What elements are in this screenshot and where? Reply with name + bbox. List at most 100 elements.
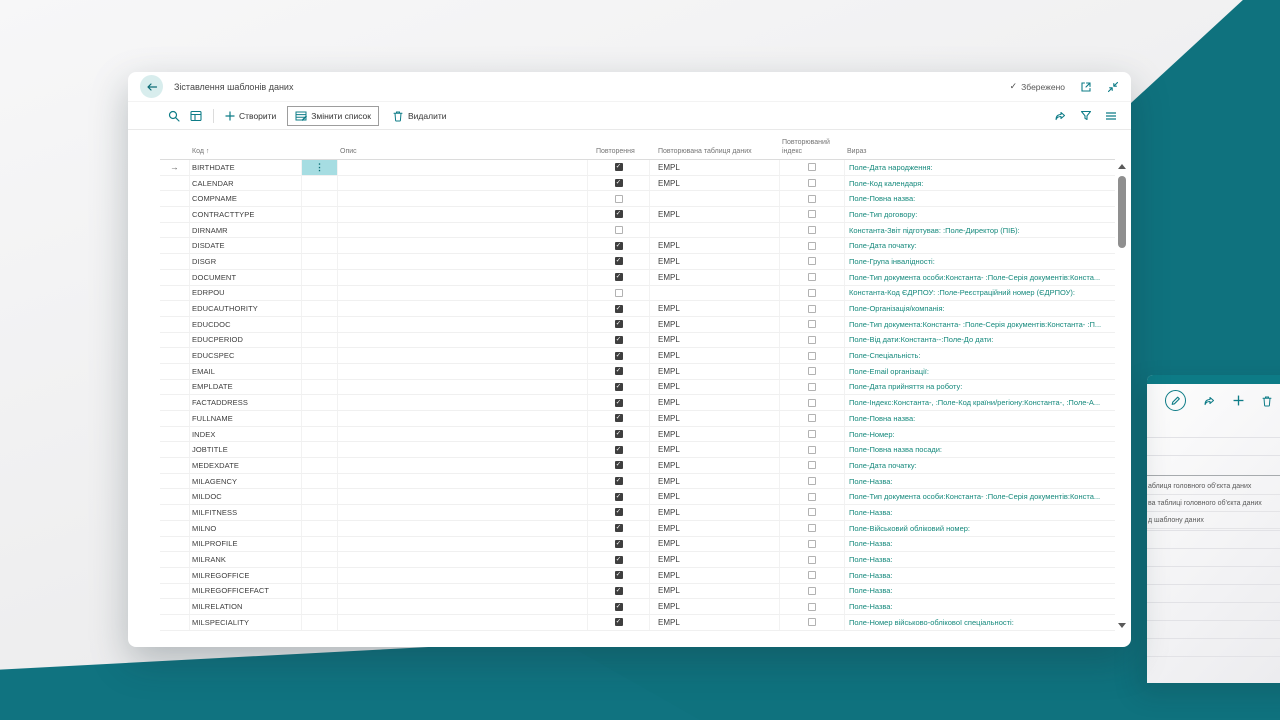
expression-cell[interactable]: Поле-Назва:: [845, 584, 1115, 599]
repeat-checkbox[interactable]: ✓: [588, 238, 650, 253]
repeat-checkbox[interactable]: ✓: [588, 458, 650, 473]
column-header-repeat[interactable]: Повторення: [588, 148, 650, 156]
expression-cell[interactable]: Поле-Індекс:Константа-, :Поле-Код країни…: [845, 395, 1115, 410]
code-cell[interactable]: MILNO: [190, 521, 302, 536]
repeat-table-cell[interactable]: EMPL: [650, 427, 780, 442]
code-cell[interactable]: FULLNAME: [190, 411, 302, 426]
assist-cell[interactable]: [302, 458, 338, 473]
assist-cell[interactable]: [302, 301, 338, 316]
assist-cell[interactable]: [302, 615, 338, 630]
expression-cell[interactable]: Поле-Тип договору:: [845, 207, 1115, 222]
expression-cell[interactable]: Поле-Дата прийняття на роботу:: [845, 380, 1115, 395]
repeat-checkbox[interactable]: ✓: [588, 584, 650, 599]
table-row[interactable]: FULLNAME✓EMPLПоле-Повна назва:: [160, 411, 1115, 427]
assist-cell[interactable]: [302, 521, 338, 536]
description-cell[interactable]: [338, 458, 588, 473]
repeat-checkbox[interactable]: ✓: [588, 489, 650, 504]
assist-cell[interactable]: [302, 207, 338, 222]
repeat-table-cell[interactable]: EMPL: [650, 348, 780, 363]
repeat-table-cell[interactable]: EMPL: [650, 521, 780, 536]
code-cell[interactable]: EDRPOU: [190, 286, 302, 301]
table-row[interactable]: DOCUMENT✓EMPLПоле-Тип документа особи:Ко…: [160, 270, 1115, 286]
code-cell[interactable]: MILDOC: [190, 489, 302, 504]
repeat-checkbox[interactable]: ✓: [588, 411, 650, 426]
repeat-table-cell[interactable]: EMPL: [650, 537, 780, 552]
table-row[interactable]: MILSPECIALITY✓EMPLПоле-Номер військово-о…: [160, 615, 1115, 631]
repeat-index-checkbox[interactable]: [780, 191, 845, 206]
description-cell[interactable]: [338, 207, 588, 222]
code-cell[interactable]: MEDEXDATE: [190, 458, 302, 473]
table-row[interactable]: CONTRACTTYPE✓EMPLПоле-Тип договору:: [160, 207, 1115, 223]
expression-cell[interactable]: Поле-Військовий обліковий номер:: [845, 521, 1115, 536]
repeat-index-checkbox[interactable]: [780, 254, 845, 269]
repeat-table-cell[interactable]: EMPL: [650, 442, 780, 457]
repeat-checkbox[interactable]: ✓: [588, 160, 650, 175]
repeat-table-cell[interactable]: EMPL: [650, 254, 780, 269]
table-row[interactable]: DISDATE✓EMPLПоле-Дата початку:: [160, 238, 1115, 254]
table-row[interactable]: DISGR✓EMPLПоле-Група інвалідності:: [160, 254, 1115, 270]
assist-cell[interactable]: [302, 333, 338, 348]
repeat-table-cell[interactable]: EMPL: [650, 364, 780, 379]
repeat-checkbox[interactable]: ✓: [588, 364, 650, 379]
description-cell[interactable]: [338, 552, 588, 567]
vertical-scrollbar[interactable]: [1116, 160, 1128, 632]
expression-cell[interactable]: Поле-Від дати:Константа--:Поле-До дати:: [845, 333, 1115, 348]
repeat-table-cell[interactable]: EMPL: [650, 301, 780, 316]
repeat-index-checkbox[interactable]: [780, 207, 845, 222]
column-header-description[interactable]: Опис: [338, 148, 588, 156]
repeat-index-checkbox[interactable]: [780, 364, 845, 379]
search-icon[interactable]: [168, 110, 180, 122]
description-cell[interactable]: [338, 599, 588, 614]
repeat-table-cell[interactable]: EMPL: [650, 458, 780, 473]
repeat-checkbox[interactable]: ✓: [588, 505, 650, 520]
code-cell[interactable]: MILAGENCY: [190, 474, 302, 489]
repeat-checkbox[interactable]: ✓: [588, 521, 650, 536]
description-cell[interactable]: [338, 301, 588, 316]
assist-cell[interactable]: [302, 286, 338, 301]
repeat-checkbox[interactable]: ✓: [588, 615, 650, 630]
code-cell[interactable]: DISGR: [190, 254, 302, 269]
repeat-checkbox[interactable]: ✓: [588, 552, 650, 567]
repeat-index-checkbox[interactable]: [780, 505, 845, 520]
expression-cell[interactable]: Поле-Код календаря:: [845, 176, 1115, 191]
code-cell[interactable]: EDUCSPEC: [190, 348, 302, 363]
repeat-checkbox[interactable]: ✓: [588, 333, 650, 348]
repeat-checkbox[interactable]: ✓: [588, 301, 650, 316]
assist-cell[interactable]: [302, 270, 338, 285]
expression-cell[interactable]: Поле-Назва:: [845, 474, 1115, 489]
assist-cell[interactable]: [302, 599, 338, 614]
description-cell[interactable]: [338, 615, 588, 630]
popout-icon[interactable]: [1080, 81, 1092, 93]
expression-cell[interactable]: Поле-Дата початку:: [845, 238, 1115, 253]
repeat-table-cell[interactable]: EMPL: [650, 333, 780, 348]
repeat-checkbox[interactable]: ✓: [588, 427, 650, 442]
repeat-table-cell[interactable]: EMPL: [650, 411, 780, 426]
repeat-index-checkbox[interactable]: [780, 176, 845, 191]
repeat-index-checkbox[interactable]: [780, 552, 845, 567]
repeat-index-checkbox[interactable]: [780, 489, 845, 504]
table-row[interactable]: EMPLDATE✓EMPLПоле-Дата прийняття на робо…: [160, 380, 1115, 396]
repeat-index-checkbox[interactable]: [780, 395, 845, 410]
repeat-index-checkbox[interactable]: [780, 442, 845, 457]
table-row[interactable]: CALENDAR✓EMPLПоле-Код календаря:: [160, 176, 1115, 192]
description-cell[interactable]: [338, 254, 588, 269]
expression-cell[interactable]: Поле-Тип документа особи:Константа- :Пол…: [845, 270, 1115, 285]
repeat-index-checkbox[interactable]: [780, 411, 845, 426]
assist-cell[interactable]: [302, 395, 338, 410]
description-cell[interactable]: [338, 489, 588, 504]
assist-cell[interactable]: [302, 442, 338, 457]
expression-cell[interactable]: Поле-Назва:: [845, 599, 1115, 614]
expression-cell[interactable]: Константа-Код ЄДРПОУ: :Поле-Реєстраційни…: [845, 286, 1115, 301]
assist-cell[interactable]: [302, 411, 338, 426]
column-header-repeat-table[interactable]: Повторювана таблиця даних: [650, 148, 780, 156]
repeat-checkbox[interactable]: ✓: [588, 568, 650, 583]
repeat-index-checkbox[interactable]: [780, 474, 845, 489]
expression-cell[interactable]: Поле-Дата початку:: [845, 458, 1115, 473]
code-cell[interactable]: CONTRACTTYPE: [190, 207, 302, 222]
table-row[interactable]: FACTADDRESS✓EMPLПоле-Індекс:Константа-, …: [160, 395, 1115, 411]
description-cell[interactable]: [338, 521, 588, 536]
delete-button[interactable]: Видалити: [392, 110, 446, 122]
description-cell[interactable]: [338, 317, 588, 332]
table-row[interactable]: MILRANK✓EMPLПоле-Назва:: [160, 552, 1115, 568]
table-row[interactable]: MILFITNESS✓EMPLПоле-Назва:: [160, 505, 1115, 521]
